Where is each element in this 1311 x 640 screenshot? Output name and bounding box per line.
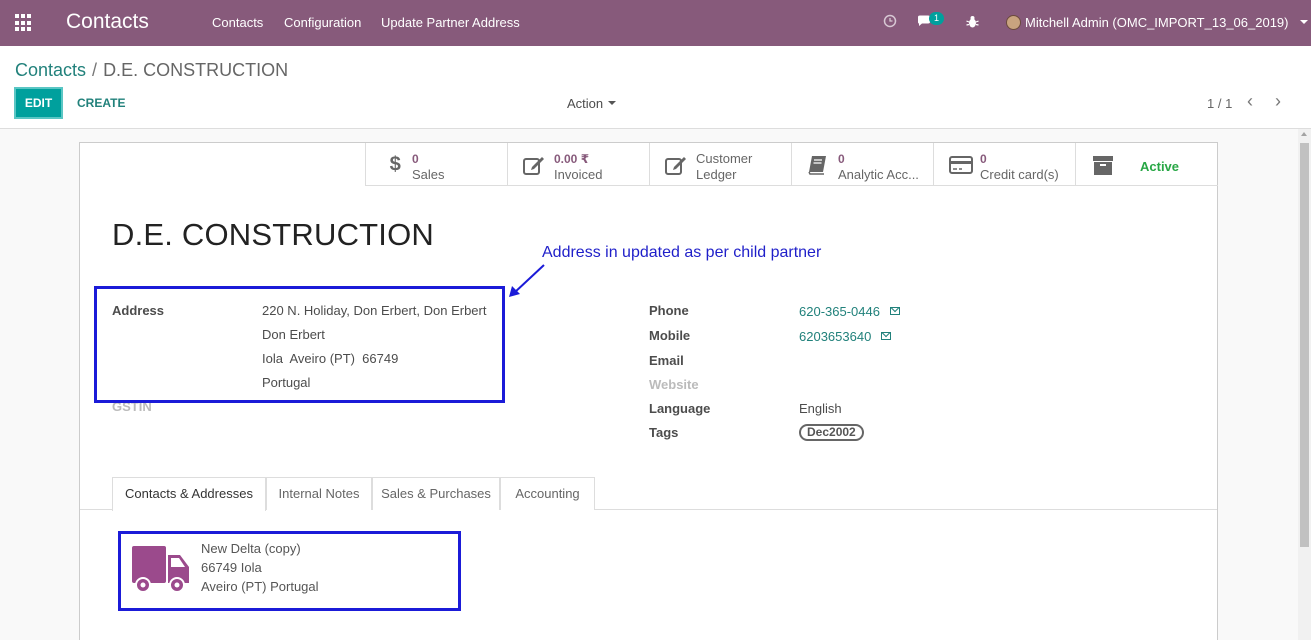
active-toggle-button[interactable]: Active	[1075, 143, 1217, 186]
vertical-scrollbar[interactable]	[1298, 129, 1311, 640]
create-button[interactable]: CREATE	[77, 96, 125, 110]
mobile-value[interactable]: 6203653640	[799, 329, 892, 344]
user-avatar	[1006, 15, 1021, 30]
book-icon	[808, 156, 826, 175]
menu-configuration[interactable]: Configuration	[284, 15, 361, 30]
apps-menu-icon[interactable]	[15, 14, 33, 32]
annotation-arrow-icon	[509, 264, 545, 297]
control-panel: Contacts / D.E. CONSTRUCTION EDIT CREATE A…	[0, 46, 1311, 129]
caret-down-icon	[608, 101, 617, 105]
dollar-icon: $	[390, 153, 401, 175]
form-sheet: $ 0 Sales 0.00 ₹ Invoiced Customer Ledger	[79, 142, 1218, 640]
action-label: Action	[567, 96, 604, 111]
mobile-label: Mobile	[649, 328, 691, 343]
svg-text:$: $	[390, 153, 401, 175]
pencil-square-icon	[523, 157, 544, 175]
chevron-down-icon	[1300, 20, 1309, 24]
pager-next-icon[interactable]: ›	[1275, 92, 1281, 110]
invoiced-smart-button[interactable]: 0.00 ₹ Invoiced	[507, 143, 649, 186]
breadcrumb: Contacts / D.E. CONSTRUCTION	[15, 60, 288, 81]
credit-value: 0	[980, 152, 987, 166]
tab-internal-notes[interactable]: Internal Notes	[266, 477, 372, 510]
website-label: Website	[649, 377, 699, 392]
sms-envelope-icon[interactable]	[889, 307, 900, 315]
credit-label: Credit card(s)	[980, 167, 1059, 182]
scroll-up-icon[interactable]	[1301, 132, 1307, 136]
scrollbar-thumb[interactable]	[1300, 143, 1309, 547]
activity-clock-icon[interactable]	[883, 14, 897, 28]
invoiced-value: 0.00 ₹	[554, 152, 590, 166]
sales-smart-button[interactable]: $ 0 Sales	[365, 143, 507, 186]
child-contact-highlight-box	[118, 531, 461, 611]
tag-badge[interactable]: Dec2002	[799, 424, 864, 441]
language-value: English	[799, 401, 842, 416]
app-brand: Contacts	[66, 10, 149, 33]
pencil-square-icon	[665, 157, 686, 175]
pager-value: 1 / 1	[1207, 96, 1233, 111]
analytic-accounts-smart-button[interactable]: 0 Analytic Acc...	[791, 143, 933, 186]
top-navbar: Contacts Contacts Configuration Update P…	[0, 0, 1311, 46]
ledger-line-1: Customer	[696, 151, 753, 166]
tab-accounting[interactable]: Accounting	[500, 477, 595, 510]
address-highlight-box	[94, 286, 505, 403]
phone-number[interactable]: 620-365-0446	[799, 304, 880, 319]
annotation-text: Address in updated as per child partner	[542, 244, 822, 261]
menu-contacts[interactable]: Contacts	[212, 15, 263, 30]
tab-sales-purchases[interactable]: Sales & Purchases	[372, 477, 500, 510]
mobile-number[interactable]: 6203653640	[799, 329, 871, 344]
customer-ledger-smart-button[interactable]: Customer Ledger	[649, 143, 791, 186]
sms-envelope-icon[interactable]	[881, 332, 892, 340]
ledger-line-2: Ledger	[696, 167, 737, 182]
credit-card-icon	[949, 156, 973, 174]
user-menu[interactable]: Mitchell Admin (OMC_IMPORT_13_06_2019)	[1006, 15, 1309, 30]
user-name: Mitchell Admin (OMC_IMPORT_13_06_2019)	[1025, 15, 1289, 30]
archive-box-icon	[1093, 156, 1113, 175]
analytic-value: 0	[838, 152, 845, 166]
menu-update-partner-address[interactable]: Update Partner Address	[381, 15, 520, 30]
phone-value[interactable]: 620-365-0446	[799, 304, 900, 319]
credit-cards-smart-button[interactable]: 0 Credit card(s)	[933, 143, 1075, 186]
tags-label: Tags	[649, 425, 679, 440]
smart-button-box: $ 0 Sales 0.00 ₹ Invoiced Customer Ledger	[365, 143, 1218, 186]
debug-bug-icon[interactable]	[966, 15, 979, 29]
customer-ledger-label: Customer Ledger	[696, 151, 752, 183]
breadcrumb-separator: /	[92, 60, 98, 80]
breadcrumb-contacts[interactable]: Contacts	[15, 60, 86, 80]
email-label: Email	[649, 353, 684, 368]
breadcrumb-current: D.E. CONSTRUCTION	[103, 60, 289, 80]
chat-count-badge: 1	[929, 12, 945, 25]
partner-name-title: D.E. CONSTRUCTION	[112, 217, 435, 252]
analytic-label: Analytic Acc...	[838, 167, 919, 182]
sales-label: Sales	[412, 167, 445, 182]
sales-value: 0	[412, 152, 419, 166]
language-label: Language	[649, 401, 711, 416]
pager-previous-icon[interactable]: ‹	[1247, 92, 1253, 110]
phone-label: Phone	[649, 303, 689, 318]
notebook-tabs: Contacts & Addresses Internal Notes Sale…	[80, 477, 1217, 511]
active-label: Active	[1140, 159, 1180, 174]
action-dropdown[interactable]: Action	[567, 96, 617, 111]
tab-contacts-addresses[interactable]: Contacts & Addresses	[112, 477, 266, 511]
edit-button[interactable]: EDIT	[14, 87, 63, 119]
invoiced-label: Invoiced	[554, 167, 603, 182]
